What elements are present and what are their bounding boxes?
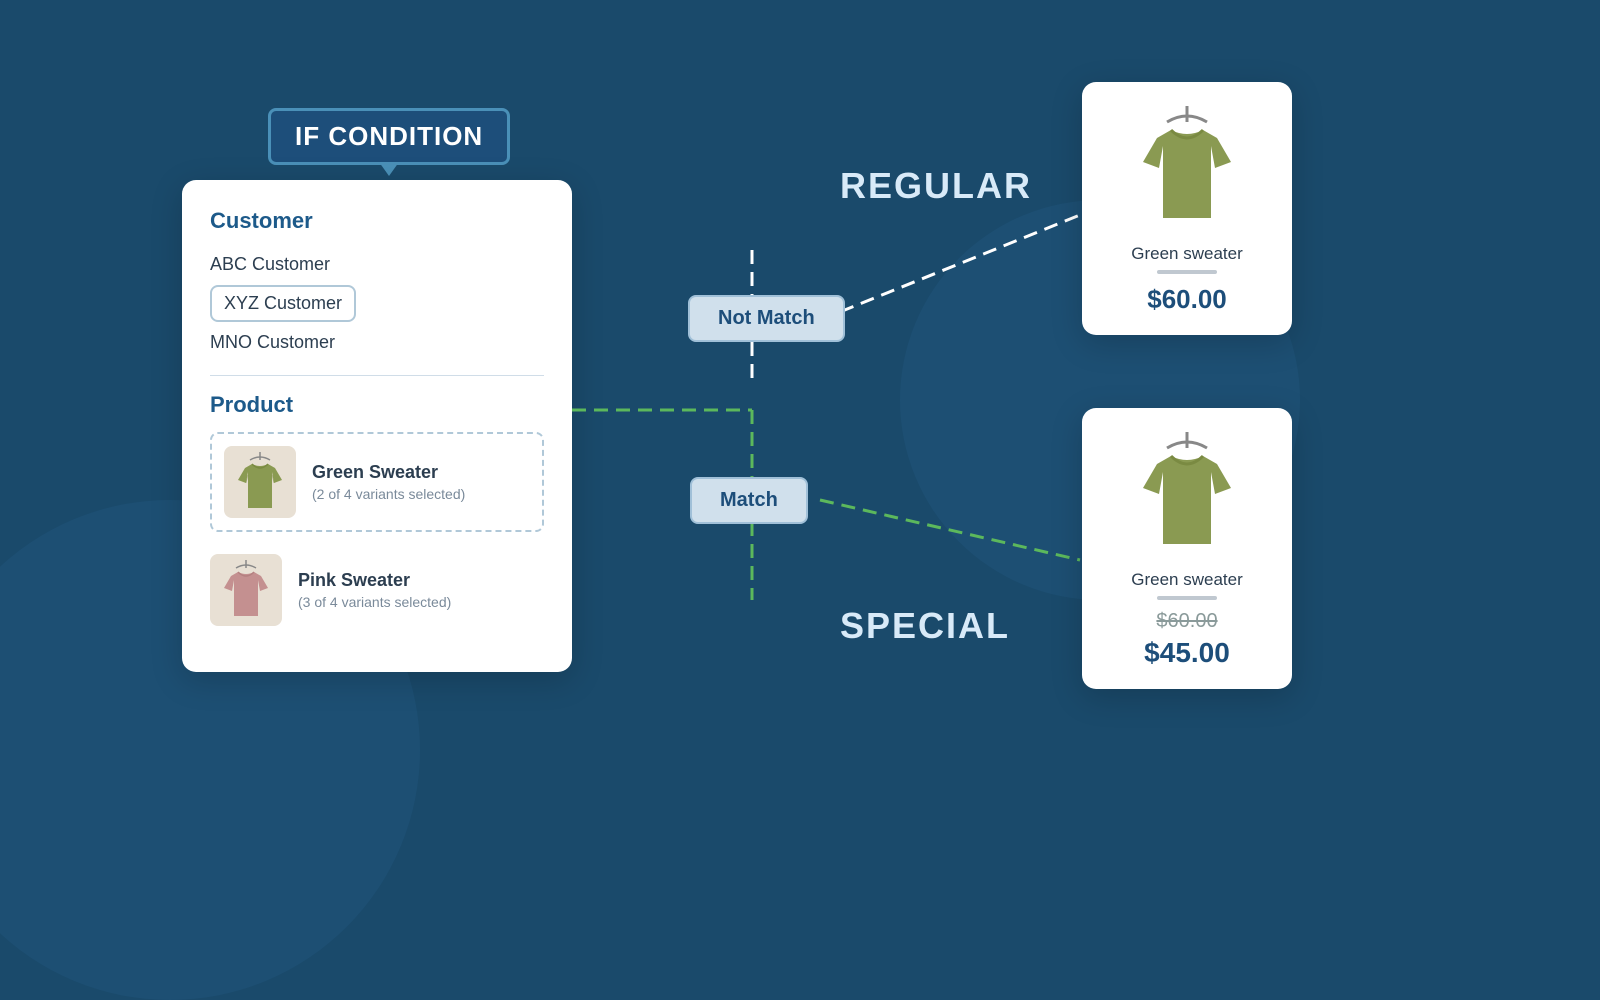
green-sweater-info: Green Sweater (2 of 4 variants selected) — [312, 462, 465, 502]
regular-card-price: $60.00 — [1102, 284, 1272, 315]
green-sweater-thumb — [224, 446, 296, 518]
special-card-divider — [1157, 596, 1217, 600]
regular-label: REGULAR — [840, 165, 1032, 207]
regular-card-name: Green sweater — [1102, 244, 1272, 264]
condition-panel: Customer ABC Customer XYZ Customer MNO C… — [182, 180, 572, 672]
customer-mno[interactable]: MNO Customer — [210, 326, 544, 359]
regular-card-divider — [1157, 270, 1217, 274]
special-label: SPECIAL — [840, 605, 1010, 647]
section-divider — [210, 375, 544, 376]
special-card-name: Green sweater — [1102, 570, 1272, 590]
customer-section-title: Customer — [210, 208, 544, 234]
special-card-thumb — [1122, 428, 1252, 558]
customer-xyz[interactable]: XYZ Customer — [210, 285, 356, 322]
special-card-price-original: $60.00 — [1102, 610, 1272, 633]
not-match-button[interactable]: Not Match — [688, 295, 845, 342]
pink-sweater-thumb — [210, 554, 282, 626]
pink-sweater-info: Pink Sweater (3 of 4 variants selected) — [298, 570, 451, 610]
regular-product-card: Green sweater $60.00 — [1082, 82, 1292, 335]
special-card-price-special: $45.00 — [1102, 637, 1272, 669]
product-section-title: Product — [210, 392, 544, 418]
match-button[interactable]: Match — [690, 477, 808, 524]
if-condition-label: IF CONDITION — [268, 108, 510, 165]
product-green-sweater[interactable]: Green Sweater (2 of 4 variants selected) — [210, 432, 544, 532]
customer-abc[interactable]: ABC Customer — [210, 248, 544, 281]
main-container: IF CONDITION Customer ABC Customer XYZ C… — [0, 0, 1600, 900]
special-product-card: Green sweater $60.00 $45.00 — [1082, 408, 1292, 689]
regular-card-thumb — [1122, 102, 1252, 232]
product-pink-sweater[interactable]: Pink Sweater (3 of 4 variants selected) — [210, 542, 544, 638]
